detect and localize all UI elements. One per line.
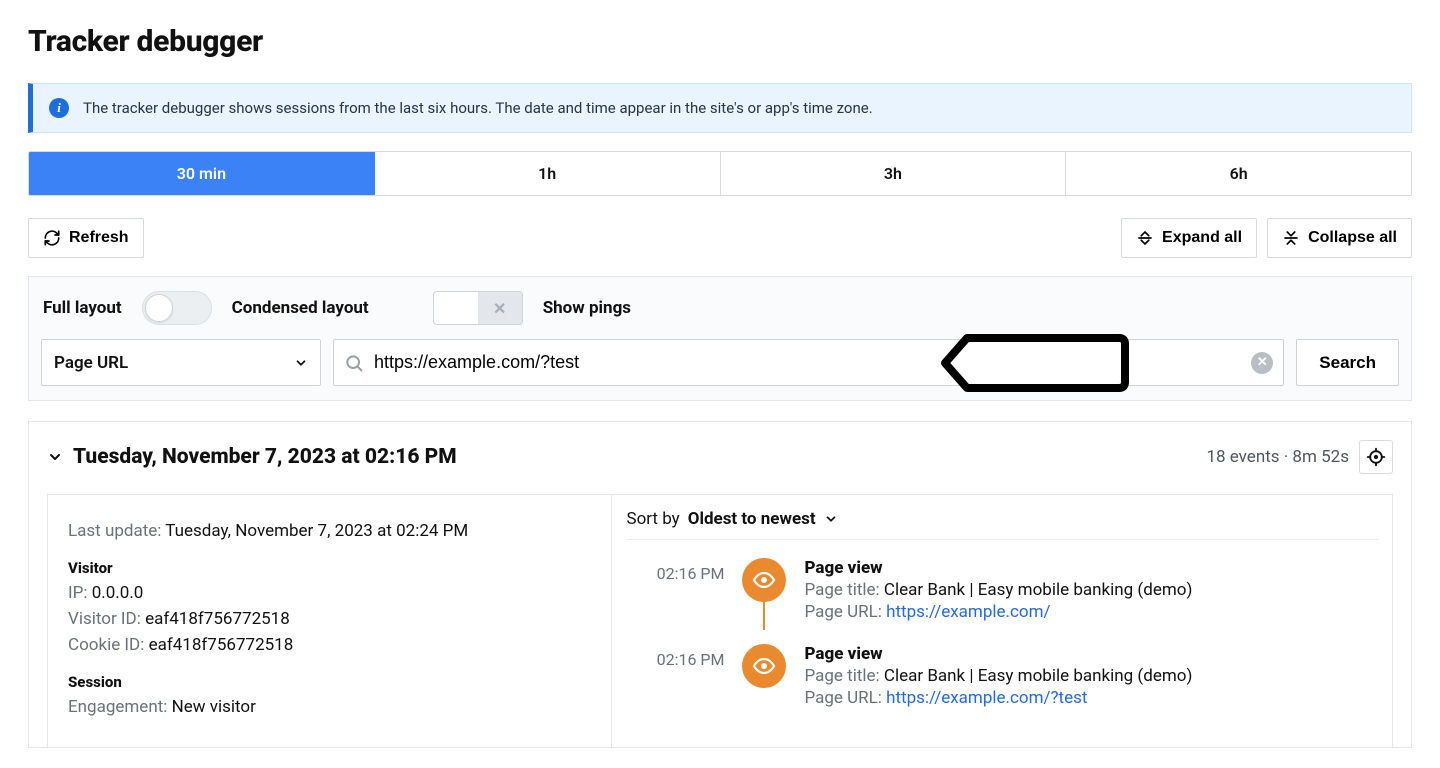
- engagement-value: New visitor: [172, 697, 256, 717]
- show-pings-toggle[interactable]: ✕: [433, 291, 523, 325]
- toggle-knob: [145, 294, 173, 322]
- event-page-title-value: Clear Bank | Easy mobile banking (demo): [884, 666, 1192, 686]
- events-pane: Sort by Oldest to newest 02:16 PM: [612, 495, 1392, 747]
- sort-label: Sort by: [626, 509, 679, 529]
- event-page-url-link[interactable]: https://example.com/: [886, 602, 1050, 622]
- cookie-id-value: eaf418f756772518: [149, 635, 294, 655]
- event-time: 02:16 PM: [646, 644, 724, 669]
- engagement-label: Engagement:: [68, 697, 167, 717]
- crosshair-icon: [1366, 447, 1386, 467]
- collapse-all-button[interactable]: Collapse all: [1267, 218, 1412, 258]
- ip-value: 0.0.0.0: [92, 583, 144, 603]
- search-input[interactable]: [374, 340, 1239, 385]
- chevron-down-icon[interactable]: [47, 449, 63, 465]
- close-icon: ✕: [493, 299, 506, 318]
- refresh-icon: [43, 229, 61, 247]
- search-button[interactable]: Search: [1296, 339, 1399, 386]
- sort-value: Oldest to newest: [688, 509, 816, 529]
- clear-search-button[interactable]: ✕: [1251, 352, 1273, 374]
- session-title: Tuesday, November 7, 2023 at 02:16 PM: [73, 445, 457, 469]
- time-tab-6h[interactable]: 6h: [1066, 152, 1411, 195]
- info-banner: i The tracker debugger shows sessions fr…: [28, 83, 1412, 133]
- event-row: 02:16 PM Page view Page title: Clear Ban…: [626, 540, 1378, 636]
- expand-icon: [1136, 229, 1154, 247]
- toolbar: Refresh Expand all Collapse all: [28, 218, 1412, 258]
- session-body: Last update: Tuesday, November 7, 2023 a…: [47, 494, 1393, 747]
- eye-icon: [742, 558, 786, 602]
- collapse-all-label: Collapse all: [1308, 229, 1397, 247]
- filter-field-value: Page URL: [54, 353, 128, 373]
- time-tab-30min[interactable]: 30 min: [29, 152, 375, 195]
- refresh-button[interactable]: Refresh: [28, 218, 144, 258]
- page-title: Tracker debugger: [28, 24, 1412, 59]
- search-input-wrapper: ✕: [333, 339, 1284, 386]
- eye-icon: [742, 644, 786, 688]
- time-tab-3h[interactable]: 3h: [721, 152, 1067, 195]
- session-section-header: Session: [68, 673, 591, 691]
- filter-panel: Full layout Condensed layout ✕ Show ping…: [28, 276, 1412, 401]
- timeline-connector: [763, 602, 765, 630]
- info-icon: i: [49, 98, 69, 118]
- session-card: Tuesday, November 7, 2023 at 02:16 PM 18…: [28, 421, 1412, 748]
- toggle-off-state: ✕: [478, 292, 522, 324]
- event-page-url-label: Page URL:: [804, 602, 881, 622]
- expand-all-label: Expand all: [1162, 229, 1242, 247]
- visitor-section-header: Visitor: [68, 559, 591, 577]
- visitor-id-value: eaf418f756772518: [145, 609, 290, 629]
- layout-toggle[interactable]: [142, 291, 212, 325]
- full-layout-label: Full layout: [43, 298, 122, 318]
- event-page-title-label: Page title:: [804, 666, 879, 686]
- sort-row: Sort by Oldest to newest: [626, 509, 1378, 540]
- focus-session-button[interactable]: [1359, 440, 1393, 474]
- expand-all-button[interactable]: Expand all: [1121, 218, 1257, 258]
- sort-select[interactable]: Oldest to newest: [688, 509, 838, 529]
- search-icon: [344, 353, 364, 373]
- refresh-label: Refresh: [69, 229, 129, 247]
- last-update-label: Last update:: [68, 521, 161, 541]
- cookie-id-label: Cookie ID:: [68, 635, 144, 655]
- event-time: 02:16 PM: [646, 558, 724, 583]
- time-range-tabs: 30 min 1h 3h 6h: [28, 151, 1412, 196]
- visitor-pane: Last update: Tuesday, November 7, 2023 a…: [48, 495, 612, 747]
- event-title: Page view: [804, 644, 1378, 664]
- info-banner-text: The tracker debugger shows sessions from…: [83, 99, 873, 117]
- event-row: 02:16 PM Page view Page title: Clear Ban…: [626, 636, 1378, 722]
- event-title: Page view: [804, 558, 1378, 578]
- toggle-on-state: [434, 292, 478, 324]
- chevron-down-icon: [824, 512, 838, 526]
- event-page-title-label: Page title:: [804, 580, 879, 600]
- show-pings-label: Show pings: [543, 298, 631, 318]
- collapse-icon: [1282, 229, 1300, 247]
- filter-field-select[interactable]: Page URL: [41, 339, 321, 386]
- ip-label: IP:: [68, 583, 87, 603]
- last-update-value: Tuesday, November 7, 2023 at 02:24 PM: [165, 521, 468, 541]
- visitor-id-label: Visitor ID:: [68, 609, 141, 629]
- time-tab-1h[interactable]: 1h: [375, 152, 721, 195]
- event-page-url-label: Page URL:: [804, 688, 881, 708]
- event-page-title-value: Clear Bank | Easy mobile banking (demo): [884, 580, 1192, 600]
- event-page-url-link[interactable]: https://example.com/?test: [886, 688, 1087, 708]
- session-header: Tuesday, November 7, 2023 at 02:16 PM 18…: [47, 440, 1393, 474]
- condensed-layout-label: Condensed layout: [232, 298, 369, 318]
- session-meta: 18 events · 8m 52s: [1206, 447, 1349, 467]
- chevron-down-icon: [294, 356, 308, 370]
